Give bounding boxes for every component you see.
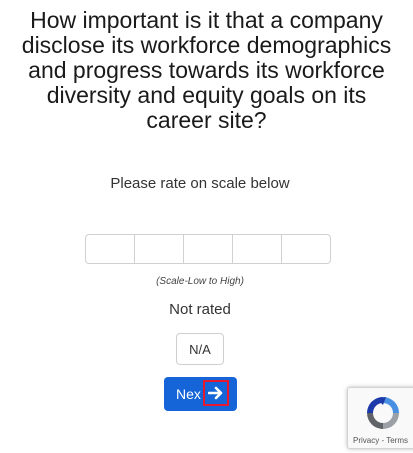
- rating-status: Not rated: [169, 301, 231, 318]
- rating-option-4[interactable]: [232, 234, 282, 264]
- na-button[interactable]: N/A: [176, 333, 224, 365]
- question-text: How important is it that a company discl…: [0, 8, 413, 133]
- rating-option-1[interactable]: [85, 234, 135, 264]
- privacy-link[interactable]: Privacy: [353, 436, 379, 445]
- question-line: career site?: [146, 107, 267, 133]
- next-button[interactable]: Nex: [164, 377, 237, 411]
- rating-option-3[interactable]: [183, 234, 233, 264]
- rating-scale: [85, 234, 331, 264]
- arrow-right-icon: [208, 386, 223, 400]
- recaptcha-badge[interactable]: Privacy - Terms: [347, 387, 413, 449]
- scale-hint: (Scale-Low to High): [156, 276, 244, 287]
- question-line: How important is it that a company: [30, 7, 383, 33]
- terms-link[interactable]: Terms: [386, 436, 408, 445]
- rating-instruction: Please rate on scale below: [110, 175, 290, 192]
- recaptcha-links: Privacy - Terms: [353, 436, 408, 445]
- question-line: and progress towards its workforce: [28, 57, 385, 83]
- rating-option-5[interactable]: [281, 234, 331, 264]
- recaptcha-logo-icon: [367, 397, 399, 429]
- highlight-box: [203, 380, 229, 406]
- next-label: Nex: [176, 386, 201, 402]
- rating-option-2[interactable]: [134, 234, 184, 264]
- question-line: diversity and equity goals on its: [46, 82, 367, 108]
- question-line: disclose its workforce demographics: [21, 32, 392, 58]
